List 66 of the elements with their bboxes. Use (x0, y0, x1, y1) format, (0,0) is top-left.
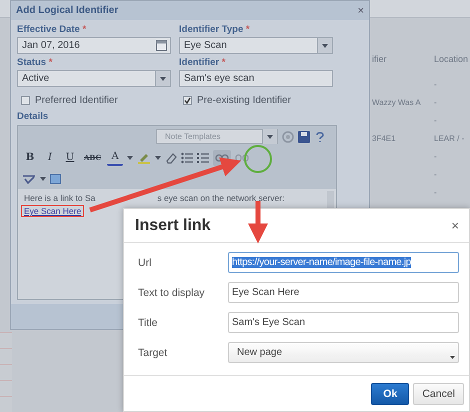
dropdown[interactable]: Active (17, 70, 171, 88)
format-button[interactable]: I (42, 150, 58, 166)
section-label: Details (17, 111, 50, 122)
table-cell-text: LEAR / - (434, 134, 466, 144)
close-button[interactable]: × (358, 4, 364, 17)
caret-icon (450, 356, 455, 359)
unlink-icon[interactable] (235, 152, 250, 163)
table-cell-text: - (434, 98, 438, 108)
window-icon[interactable] (50, 174, 61, 184)
table-cell-text: - (434, 170, 438, 180)
table-cell-text: - (434, 80, 438, 90)
cancel-button[interactable]: Cancel (413, 382, 464, 404)
dropdown-trigger[interactable] (317, 38, 332, 54)
table-cell-text: - (434, 152, 438, 162)
dialog-title: Add Logical Identifier (16, 5, 118, 16)
input-field[interactable]: Eye Scan Here (228, 282, 459, 303)
caret-icon (267, 134, 273, 139)
input-field[interactable]: Sam's Eye Scan (228, 312, 459, 333)
field-label: Target (138, 346, 168, 358)
editor-text: Here is a link to Sa (24, 193, 96, 204)
caret-icon (160, 76, 166, 81)
format-button[interactable]: U (62, 150, 78, 166)
highlight-circle (244, 145, 272, 173)
caret-icon (127, 156, 134, 160)
table-cell-text: - (434, 116, 438, 126)
column-header: Location (434, 54, 470, 64)
checkbox-label: Pre-existing Identifier (197, 95, 291, 106)
close-button[interactable]: × (451, 218, 459, 233)
checkbox[interactable] (21, 96, 30, 106)
table-cell-text: Wazzy Was A (372, 98, 422, 108)
spellcheck-icon[interactable] (22, 174, 36, 184)
field-label: Title (138, 316, 158, 328)
field-label: Status * (17, 57, 54, 68)
dropdown-trigger[interactable] (155, 71, 170, 86)
font-color-button[interactable]: A (107, 150, 124, 166)
input-field[interactable]: https://your-server-name/image-file-name.jp (228, 252, 459, 273)
annotation-arrow (248, 201, 268, 244)
link[interactable]: Eye Scan Here (24, 206, 82, 216)
field-label: Identifier Type * (179, 24, 251, 36)
ok-button[interactable]: Ok (371, 382, 410, 404)
numbered-list-icon[interactable] (197, 152, 210, 164)
field-label: Identifier * (179, 57, 226, 68)
checkbox-label: Preferred Identifier (35, 95, 118, 106)
input-field[interactable]: Sam's eye scan (179, 70, 333, 88)
dropdown[interactable]: Eye Scan (179, 37, 333, 54)
editor-text: s eye scan on the network server: (157, 193, 284, 204)
table-cell-text: 3F4E1 (372, 134, 397, 144)
dialog-title: Insert link (135, 216, 211, 234)
dropdown[interactable]: New page (228, 342, 459, 363)
column-header: ifier (372, 54, 388, 64)
calendar-icon[interactable] (156, 40, 167, 52)
date-field[interactable]: Jan 07, 2016 (17, 37, 171, 54)
checkbox[interactable] (183, 96, 192, 106)
help-icon[interactable] (314, 130, 326, 143)
caret-icon (40, 176, 46, 181)
format-button[interactable]: B (22, 150, 38, 166)
bullet-list-icon[interactable] (181, 152, 194, 164)
field-label: Text to display (138, 286, 206, 298)
table-cell-text: - (434, 188, 438, 198)
caret-icon (155, 156, 162, 160)
save-icon[interactable] (298, 130, 310, 143)
field-label: Url (138, 256, 152, 268)
caret-icon (322, 44, 328, 48)
eraser-icon[interactable] (165, 152, 178, 164)
field-label: Effective Date * (17, 24, 88, 36)
highlighter-icon[interactable] (137, 152, 152, 164)
